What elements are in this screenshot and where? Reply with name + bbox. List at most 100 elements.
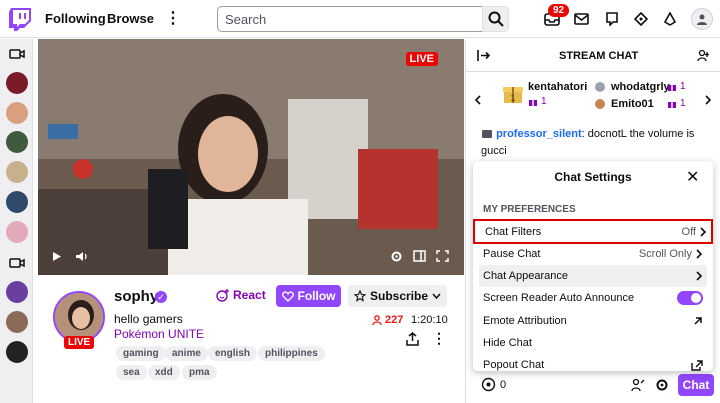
top-gifter-name[interactable]: whodatgrly <box>611 81 670 93</box>
live-indicator: LIVE <box>405 52 438 66</box>
chevron-left-icon[interactable] <box>474 95 481 105</box>
hide-chat-row[interactable]: Hide Chat <box>479 332 707 354</box>
gift-count: 1 <box>680 98 686 109</box>
chat-settings-gear-icon[interactable] <box>655 378 669 392</box>
top-gifter-name[interactable]: Emito01 <box>611 98 654 110</box>
setting-label: Pause Chat <box>483 248 541 260</box>
followed-channel-avatar[interactable] <box>6 102 28 124</box>
twitch-logo-icon[interactable] <box>8 7 32 31</box>
chevron-right-icon[interactable] <box>705 95 712 105</box>
following-link[interactable]: Following <box>45 11 106 26</box>
recommended-channel-avatar[interactable] <box>6 311 28 333</box>
stream-tag[interactable]: english <box>208 346 258 361</box>
gifter-rank-icon <box>595 82 605 92</box>
setting-label: Chat Filters <box>485 225 542 238</box>
subscribe-label: Subscribe <box>369 289 429 303</box>
stream-tag[interactable]: anime <box>165 346 208 361</box>
community-users-icon[interactable] <box>697 49 711 62</box>
chat-message: professor_silent: docnotL the volume is … <box>481 126 709 160</box>
close-icon[interactable]: ✕ <box>686 167 699 187</box>
gifter-rank-icon <box>595 99 605 109</box>
channel-name[interactable]: sophy <box>114 288 158 305</box>
stream-tag[interactable]: sea <box>116 365 147 380</box>
bits-button[interactable] <box>660 9 680 29</box>
subscribe-button[interactable]: Subscribe <box>348 285 447 307</box>
fullscreen-icon[interactable] <box>436 250 449 262</box>
gift-sub-icon <box>668 102 676 108</box>
game-category-link[interactable]: Pokémon UNITE <box>114 327 204 341</box>
followed-channel-avatar[interactable] <box>6 161 28 183</box>
my-preferences-heading: MY PREFERENCES <box>483 204 576 215</box>
stream-tag[interactable]: pma <box>182 365 217 380</box>
chat-username[interactable]: professor_silent <box>496 128 582 140</box>
follow-label: Follow <box>297 289 336 303</box>
stream-title: hello gamers <box>114 312 183 326</box>
verified-check-icon: ✓ <box>155 291 167 303</box>
star-icon <box>353 290 366 302</box>
follow-button[interactable]: Follow <box>276 285 341 307</box>
theatre-mode-icon[interactable] <box>413 250 426 262</box>
channel-info-panel: LIVE sophy ✓ hello gamers Pokémon UNITE … <box>38 276 464 403</box>
pause-chat-row[interactable]: Pause Chat Scroll Only <box>479 243 707 265</box>
emote-attribution-row[interactable]: Emote Attribution <box>479 310 707 332</box>
browse-link[interactable]: Browse <box>107 11 154 26</box>
stream-tag[interactable]: philippines <box>258 346 325 361</box>
stream-tag[interactable]: gaming <box>116 346 166 361</box>
collapse-chat-icon[interactable] <box>477 50 490 61</box>
more-options-icon[interactable]: ⋮ <box>432 331 446 345</box>
recommended-channel-avatar[interactable] <box>6 341 28 363</box>
setting-label: Emote Attribution <box>483 315 567 327</box>
whispers-button[interactable] <box>602 9 622 29</box>
setting-label: Popout Chat <box>483 359 545 371</box>
setting-value: Scroll Only <box>638 248 692 260</box>
video-camera-icon <box>9 258 25 268</box>
chat-title: STREAM CHAT <box>559 50 639 62</box>
prime-loot-button[interactable] <box>631 9 651 29</box>
popout-chat-row[interactable]: Popout Chat <box>479 354 707 371</box>
top-navigation-bar: Following Browse ⋮ 92 <box>0 0 720 38</box>
more-menu-icon[interactable]: ⋮ <box>165 9 181 29</box>
search-input[interactable] <box>217 6 483 32</box>
stream-tag[interactable]: xdd <box>148 365 180 380</box>
gift-count: 1 <box>680 81 686 92</box>
followed-channel-avatar[interactable] <box>6 72 28 94</box>
settings-gear-icon[interactable] <box>390 250 403 263</box>
search-button[interactable] <box>482 6 509 32</box>
chat-settings-title: Chat Settings <box>554 170 632 184</box>
play-pause-icon[interactable] <box>52 251 62 262</box>
bits-icon <box>663 12 677 26</box>
gift-sub-icon <box>668 85 676 91</box>
channel-points-icon[interactable] <box>481 377 496 392</box>
whispers-mail-button[interactable] <box>571 9 591 29</box>
setting-label: Hide Chat <box>483 337 532 349</box>
gift-icon: 1 <box>503 87 523 103</box>
setting-label: Screen Reader Auto Announce <box>483 292 635 304</box>
video-player[interactable]: LIVE <box>38 39 464 275</box>
send-chat-button[interactable]: Chat <box>678 374 714 396</box>
setting-value: Off <box>681 225 696 238</box>
chat-appearance-row[interactable]: Chat Appearance <box>479 265 707 287</box>
followed-channel-avatar[interactable] <box>6 131 28 153</box>
share-icon[interactable] <box>406 332 419 346</box>
screen-reader-auto-announce-row[interactable]: Screen Reader Auto Announce <box>479 287 707 309</box>
followed-channel-avatar[interactable] <box>6 191 28 213</box>
followed-channel-avatar[interactable] <box>6 221 28 243</box>
crown-icon <box>634 12 648 26</box>
screen-reader-toggle[interactable] <box>677 291 703 305</box>
chat-filters-row[interactable]: Chat Filters Off <box>473 219 713 244</box>
user-avatar-button[interactable] <box>691 8 713 30</box>
channel-live-badge: LIVE <box>64 336 95 349</box>
viewer-list-icon[interactable] <box>631 378 645 392</box>
stream-uptime: 1:20:10 <box>411 314 448 326</box>
chat-settings-popover: Chat Settings ✕ MY PREFERENCES Chat Filt… <box>473 161 713 371</box>
recommended-channel-avatar[interactable] <box>6 281 28 303</box>
mail-icon <box>573 13 589 25</box>
svg-text:1: 1 <box>510 93 515 103</box>
top-gifter-name[interactable]: kentahatori <box>528 81 587 93</box>
react-button[interactable]: React <box>216 288 266 302</box>
external-arrow-icon <box>694 317 702 325</box>
viewer-count-icon <box>372 315 382 325</box>
volume-icon[interactable] <box>75 251 89 262</box>
react-smiley-icon <box>216 288 229 302</box>
viewer-count: 227 <box>385 314 404 326</box>
